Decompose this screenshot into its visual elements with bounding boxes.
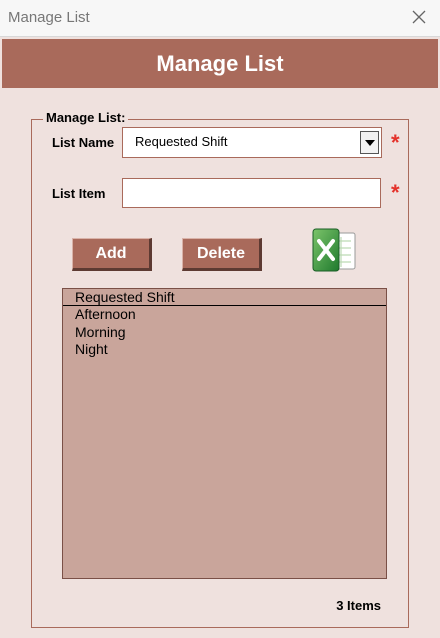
close-icon[interactable] xyxy=(408,6,430,28)
window-titlebar: Manage List xyxy=(0,0,440,37)
list-item[interactable]: Morning xyxy=(63,324,386,342)
list-name-label: List Name xyxy=(52,135,115,150)
required-marker-list-item: * xyxy=(391,180,400,205)
item-count: 3 Items xyxy=(336,598,381,613)
list-header: Requested Shift xyxy=(63,289,386,306)
list-item[interactable]: Afternoon xyxy=(63,306,386,324)
required-marker-list-name: * xyxy=(391,130,400,155)
list-items-box[interactable]: Requested Shift Afternoon Morning Night xyxy=(62,288,387,579)
list-name-dropdown[interactable]: Requested Shift xyxy=(122,127,382,158)
header-banner: Manage List xyxy=(2,39,438,88)
banner-title: Manage List xyxy=(156,50,284,76)
group-label: Manage List: xyxy=(43,110,129,125)
chevron-down-icon[interactable] xyxy=(360,131,379,154)
list-name-selected-value: Requested Shift xyxy=(135,134,228,149)
excel-icon[interactable] xyxy=(311,227,357,273)
list-item-input[interactable] xyxy=(122,178,381,208)
delete-button[interactable]: Delete xyxy=(182,238,262,271)
window-title: Manage List xyxy=(8,9,90,26)
list-item-label: List Item xyxy=(52,186,106,201)
add-button[interactable]: Add xyxy=(72,238,152,271)
list-item[interactable]: Night xyxy=(63,341,386,359)
